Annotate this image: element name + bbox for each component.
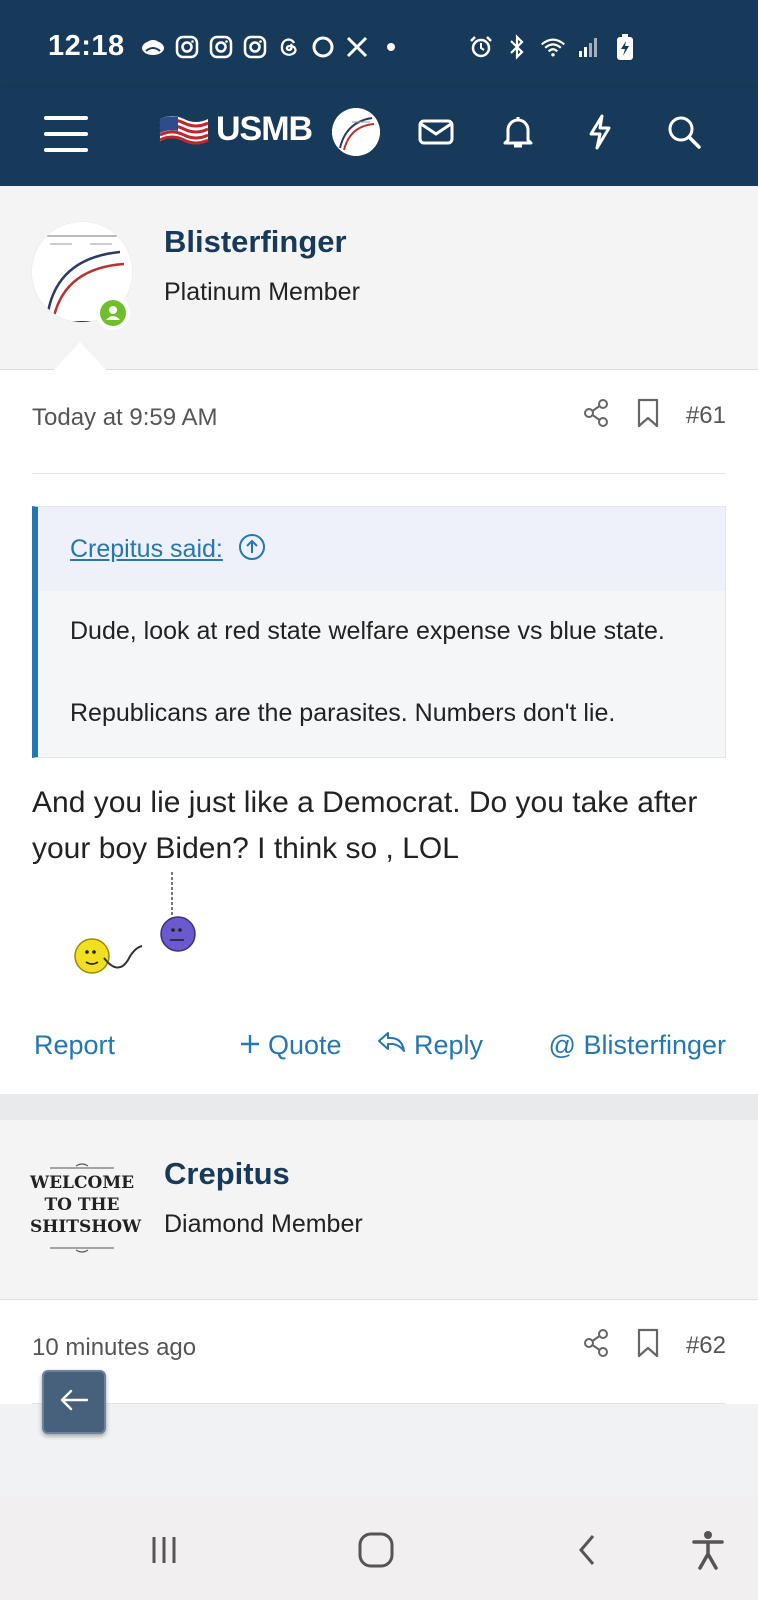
post-separator [0, 1094, 758, 1120]
alarm-icon [468, 34, 494, 60]
mention-button[interactable]: @ Blisterfinger [549, 1030, 726, 1061]
hanging-smiley-image [60, 872, 220, 998]
wifi-icon [540, 34, 566, 60]
quote-block: Crepitus said: Dude, look at red state w… [32, 506, 726, 758]
instagram-icon [208, 34, 234, 60]
arrow-left-icon [59, 1388, 89, 1417]
report-link[interactable]: Report [34, 1030, 115, 1061]
my-avatar[interactable] [332, 108, 380, 156]
username[interactable]: Crepitus [164, 1156, 290, 1192]
user-title: Platinum Member [164, 278, 360, 306]
recents-icon[interactable] [140, 1526, 188, 1574]
username[interactable]: Blisterfinger [164, 224, 347, 260]
reply-icon [376, 1030, 406, 1061]
arrow-up-circle-icon[interactable] [237, 532, 267, 567]
user-title: Diamond Member [164, 1210, 363, 1238]
post-date[interactable]: 10 minutes ago [32, 1334, 196, 1362]
circle-icon [310, 34, 336, 60]
quote-button[interactable]: Quote [240, 1030, 342, 1061]
post-number[interactable]: #62 [686, 1332, 726, 1360]
logo-text: USMB [216, 110, 313, 148]
dot-icon [378, 34, 404, 60]
post-footer: Report Quote Reply @ Blisterfinger [32, 998, 726, 1094]
quote-header: Crepitus said: [38, 507, 725, 591]
x-icon [344, 34, 370, 60]
quote-paragraph: Republicans are the parasites. Numbers d… [70, 699, 616, 727]
site-navbar: USMB [0, 88, 758, 186]
avatar-text-line: TO THE [44, 1195, 120, 1215]
thread-content: Blisterfinger Platinum Member Today at 9… [0, 186, 758, 1404]
post-61: Blisterfinger Platinum Member Today at 9… [0, 186, 758, 1094]
bookmark-icon[interactable] [636, 398, 660, 433]
accessibility-icon[interactable] [684, 1526, 732, 1574]
user-avatar[interactable]: WELCOME TO THE SHITSHOW [30, 1156, 142, 1260]
post-62: WELCOME TO THE SHITSHOW Crepitus Diamond… [0, 1120, 758, 1404]
system-nav-bar [0, 1496, 758, 1600]
threads-icon [276, 34, 302, 60]
post-number[interactable]: #61 [686, 402, 726, 430]
online-status-icon [96, 296, 130, 330]
bluetooth-icon [504, 34, 530, 60]
quote-author-link[interactable]: Crepitus said: [70, 535, 223, 564]
avatar-text-line: SHITSHOW [30, 1217, 142, 1237]
back-button[interactable] [42, 1370, 106, 1434]
reply-label: Reply [414, 1030, 484, 1060]
post-date[interactable]: Today at 9:59 AM [32, 404, 217, 432]
post-body-text: And you lie just like a Democrat. Do you… [32, 786, 698, 865]
status-bar: 12:18 [0, 0, 758, 88]
back-nav-icon[interactable] [564, 1526, 612, 1574]
avatar-text-line: WELCOME [30, 1173, 135, 1193]
bolt-icon[interactable] [578, 110, 622, 154]
instagram-icon [174, 34, 200, 60]
site-logo[interactable]: USMB [158, 110, 313, 149]
status-time: 12:18 [48, 30, 125, 62]
post-user-header: Blisterfinger Platinum Member [0, 186, 758, 370]
flag-icon [159, 115, 209, 144]
post-meta: 10 minutes ago #62 [32, 1300, 726, 1404]
share-icon[interactable] [582, 398, 610, 433]
notification-icons [140, 34, 404, 60]
system-icons [468, 34, 638, 60]
quote-label: Quote [268, 1030, 342, 1060]
cloud-icon [140, 34, 166, 60]
bell-icon[interactable] [496, 110, 540, 154]
post-meta-actions: #61 [582, 398, 726, 433]
post-meta-actions: #62 [582, 1328, 726, 1363]
menu-icon[interactable] [44, 116, 88, 152]
post-meta: Today at 9:59 AM #61 [32, 370, 726, 474]
post-user-header: WELCOME TO THE SHITSHOW Crepitus Diamond… [0, 1120, 758, 1300]
share-icon[interactable] [582, 1328, 610, 1363]
mail-icon[interactable] [414, 110, 458, 154]
search-icon[interactable] [662, 110, 706, 154]
signal-icon [576, 34, 602, 60]
plus-icon [240, 1030, 260, 1061]
battery-charging-icon [612, 34, 638, 60]
home-icon[interactable] [352, 1526, 400, 1574]
instagram-icon [242, 34, 268, 60]
post-arrow [53, 341, 107, 370]
quote-body: Dude, look at red state welfare expense … [38, 591, 725, 757]
reply-button[interactable]: Reply [376, 1030, 483, 1061]
bookmark-icon[interactable] [636, 1328, 660, 1363]
quote-paragraph: Dude, look at red state welfare expense … [70, 617, 665, 645]
